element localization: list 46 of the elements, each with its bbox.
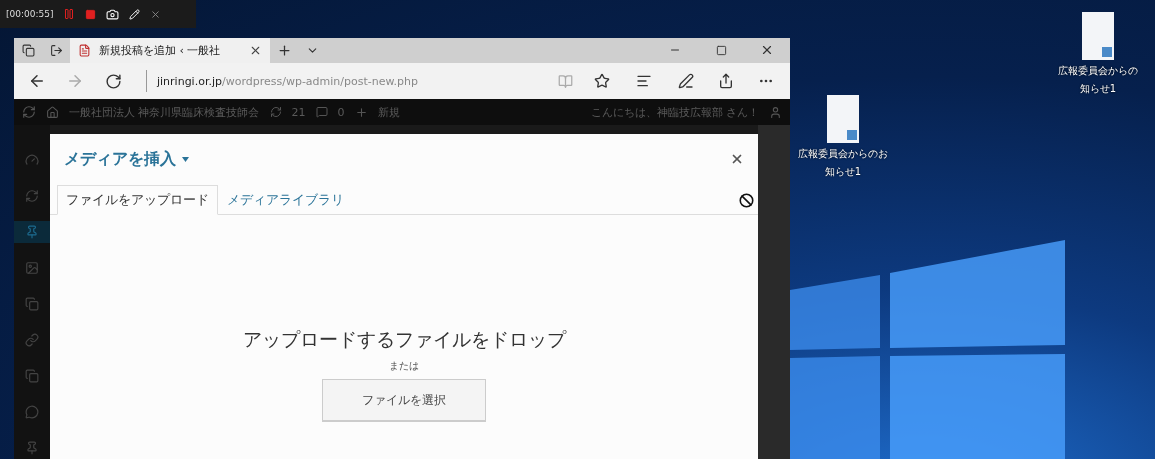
updates-count[interactable]: 21 bbox=[291, 105, 306, 119]
circle-icon bbox=[25, 189, 39, 203]
favicon-icon bbox=[78, 44, 91, 57]
greeting[interactable]: こんにちは、神臨技広報部 さん！ bbox=[590, 104, 759, 120]
close-icon[interactable] bbox=[150, 8, 162, 20]
comments-count[interactable]: 0 bbox=[337, 105, 345, 119]
dialog-title[interactable]: メディアを挿入 bbox=[64, 148, 176, 170]
or-text: または bbox=[389, 359, 419, 373]
url-host: jinringi.or.jp bbox=[157, 74, 222, 88]
link-icon bbox=[25, 333, 39, 347]
tab-title: 新規投稿を追加 ‹ 一般社 bbox=[99, 43, 222, 58]
pin-icon bbox=[25, 225, 39, 239]
pencil-icon[interactable] bbox=[129, 8, 141, 20]
dashboard-icon bbox=[25, 153, 39, 167]
sidebar-item[interactable] bbox=[14, 221, 50, 243]
select-file-button[interactable]: ファイルを選択 bbox=[322, 379, 486, 421]
document-icon[interactable] bbox=[1082, 12, 1114, 60]
url-path: /wordpress/wp-admin/post-new.php bbox=[221, 74, 418, 88]
document-icon[interactable] bbox=[827, 95, 859, 143]
desktop-icon-label: 知らせ1 bbox=[1079, 82, 1117, 96]
plus-icon[interactable] bbox=[354, 105, 368, 119]
dialog-tab[interactable]: メディアライブラリ bbox=[218, 185, 353, 215]
drop-instruction: アップロードするファイルをドロップ bbox=[242, 327, 566, 352]
updates-icon[interactable] bbox=[269, 106, 282, 119]
recording-time: [00:00:55] bbox=[6, 9, 54, 19]
new-link[interactable]: 新規 bbox=[377, 104, 400, 120]
comment-icon[interactable] bbox=[315, 106, 328, 119]
close-icon[interactable] bbox=[249, 44, 262, 57]
pages-icon bbox=[25, 297, 39, 311]
pages-icon bbox=[25, 369, 39, 383]
desktop-icon-label: 広報委員会からのお bbox=[798, 147, 888, 161]
desktop-icon-label: 広報委員会からの bbox=[1058, 64, 1138, 78]
desktop-icon-label: 知らせ1 bbox=[824, 165, 862, 179]
caret-icon[interactable] bbox=[182, 156, 189, 162]
stop-icon[interactable] bbox=[85, 8, 97, 20]
home-icon[interactable] bbox=[46, 105, 59, 119]
no-entry-icon bbox=[739, 193, 754, 208]
pin-icon bbox=[25, 441, 39, 455]
pause-icon[interactable] bbox=[63, 8, 76, 20]
dialog-tab[interactable]: ファイルをアップロード bbox=[57, 185, 218, 215]
browser-tab[interactable]: 新規投稿を追加 ‹ 一般社 bbox=[70, 38, 270, 63]
media-icon bbox=[25, 261, 39, 275]
user-icon[interactable] bbox=[769, 105, 782, 119]
close-icon[interactable] bbox=[730, 152, 744, 166]
comment-icon bbox=[25, 405, 39, 419]
camera-icon[interactable] bbox=[106, 7, 120, 21]
